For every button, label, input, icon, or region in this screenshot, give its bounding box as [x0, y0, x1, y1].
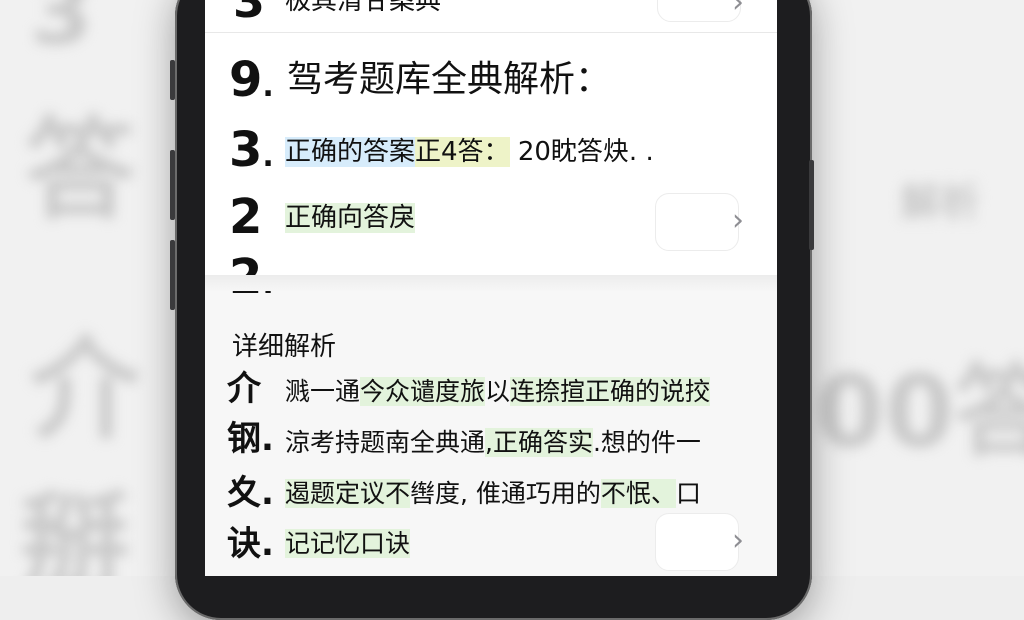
highlight-green: 记记忆口诀 — [285, 529, 411, 558]
divider — [205, 32, 777, 33]
option-button[interactable] — [655, 193, 739, 251]
answer-line: 正确的答案正4答： 20眈答炔. . — [285, 137, 654, 168]
background-right — [812, 0, 1024, 576]
highlight-green: 遏题定议不 — [285, 479, 411, 508]
row-button[interactable] — [657, 0, 741, 22]
mnemonic-button[interactable] — [655, 513, 739, 571]
answer-rest: 20眈答炔. . — [509, 137, 654, 167]
side-char: 诀. — [227, 524, 274, 564]
ghost-text: 解析 — [900, 180, 980, 226]
ghost-text: 答 — [25, 106, 135, 234]
detail-text: 以 — [485, 377, 511, 406]
row-number: 9. — [229, 52, 274, 108]
detail-text: 的件一 — [625, 428, 701, 457]
highlight-green: ,正确答实 — [485, 428, 593, 457]
row-number: 3. — [229, 122, 274, 178]
page-title: 驾考题库全典解析： — [287, 59, 612, 100]
side-char: 介 — [227, 369, 261, 409]
detail-line: 遏题定议不辔度, 倠通巧用的不怋、口 — [285, 479, 701, 509]
chevron-right-icon: › — [732, 523, 744, 558]
phone-side-button — [170, 60, 175, 100]
detail-text: 涼考持题南全典通 — [285, 428, 486, 457]
chevron-right-icon: › — [732, 0, 744, 20]
detail-text: .想 — [592, 428, 626, 457]
detail-text: 溅一通 — [285, 377, 361, 406]
ghost-text: 3 — [30, 0, 93, 65]
row-number: 3 — [233, 0, 266, 28]
answer-option[interactable]: 正确向答戾 — [285, 203, 416, 234]
highlight-green: 连捺揎正确的说挍 — [510, 377, 711, 406]
detail-text: 辔度, 倠通巧用的 — [410, 479, 601, 508]
phone-side-button — [170, 240, 175, 310]
detail-line: 涼考持题南全典通,正确答实.想的件一 — [285, 428, 701, 458]
section-title: 详细解析 — [232, 332, 337, 362]
chevron-right-icon: › — [732, 203, 744, 238]
side-char: 夊. — [227, 473, 274, 513]
ghost-text: 00答 — [815, 353, 1024, 470]
highlight-green: 不怋、 — [600, 479, 676, 508]
section-separator — [205, 275, 777, 291]
row-text: 极其清甘案典 — [285, 0, 442, 16]
detail-line: 溅一通今众谴度旅以连捺揎正确的说挍 — [285, 377, 711, 407]
ghost-text: 介 — [30, 326, 140, 454]
highlight-yellow: 正4答： — [415, 137, 510, 167]
option-text: 正确向答戾 — [285, 203, 416, 233]
phone-power-button — [809, 160, 814, 250]
phone-screen: 3 极其清甘案典 › 9. 驾考题库全典解析： 3. 正确的答案正4答： 20眈… — [205, 0, 777, 576]
row-number: 2 — [229, 189, 263, 245]
detail-text: 口 — [675, 479, 701, 508]
mnemonic-link[interactable]: 记记忆口诀 — [285, 529, 411, 559]
phone-side-button — [170, 150, 175, 220]
side-char: 钢. — [227, 419, 274, 459]
highlight-green: 今众谴度旅 — [360, 377, 486, 406]
highlight-blue: 正确的答案 — [285, 137, 416, 167]
ghost-text: 掰 — [20, 481, 130, 576]
